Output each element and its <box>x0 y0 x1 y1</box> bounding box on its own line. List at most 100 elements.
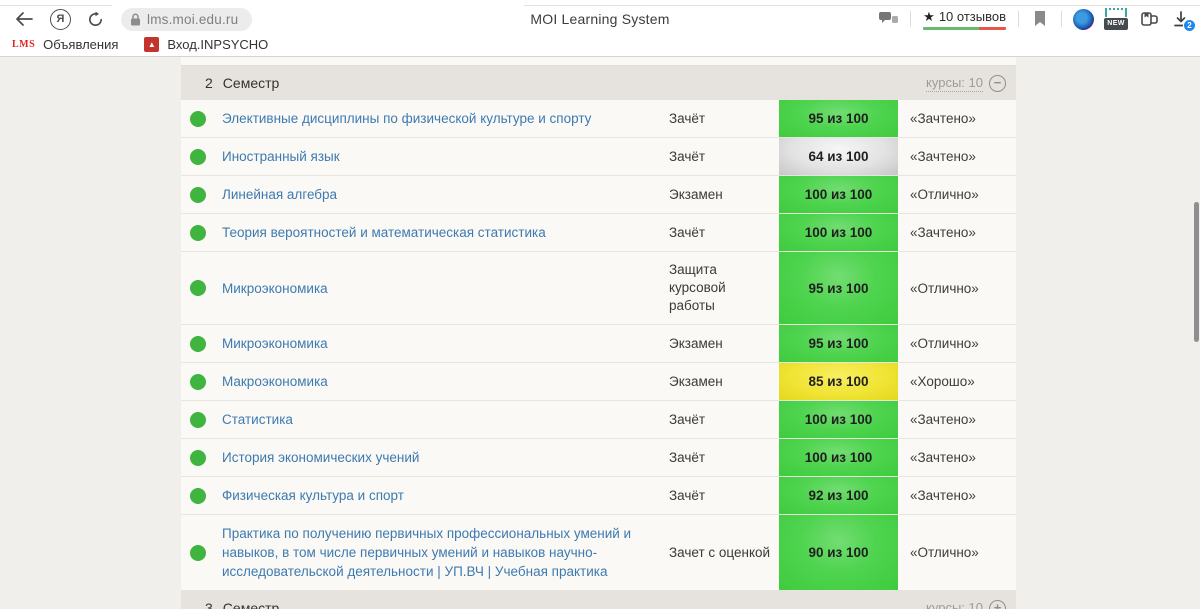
score-badge: 90 из 100 <box>779 515 898 590</box>
course-row: Физическая культура и спорт Зачёт 92 из … <box>181 477 1016 515</box>
status-dot-icon <box>190 412 206 428</box>
score-badge: 100 из 100 <box>779 439 898 476</box>
score-value: 100 из 100 <box>805 225 873 240</box>
refresh-button[interactable] <box>81 5 109 33</box>
collapse-section-icon[interactable]: − <box>989 75 1006 92</box>
course-name-link[interactable]: Статистика <box>222 401 669 438</box>
previous-row-sliver <box>181 57 1016 66</box>
semester-title: Семестр <box>223 75 280 91</box>
course-status-cell <box>181 280 222 296</box>
score-value: 92 из 100 <box>808 488 868 503</box>
bookmarks-bar: LMS Объявления ▲ Вход.INPSYCHO <box>0 33 1200 57</box>
score-badge: 85 из 100 <box>779 363 898 400</box>
course-name-link[interactable]: Линейная алгебра <box>222 176 669 213</box>
course-status-cell <box>181 374 222 390</box>
score-value: 100 из 100 <box>805 450 873 465</box>
course-row: Теория вероятностей и математическая ста… <box>181 214 1016 252</box>
score-badge: 92 из 100 <box>779 477 898 514</box>
status-dot-icon <box>190 225 206 241</box>
extension-icon[interactable] <box>1071 6 1095 32</box>
yandex-button[interactable]: Я <box>50 9 71 30</box>
bookmark-item-announcements[interactable]: LMS Объявления <box>12 37 118 52</box>
grade-label: «Отлично» <box>898 336 1016 351</box>
course-status-cell <box>181 450 222 466</box>
bookmark-icon[interactable] <box>1028 6 1052 32</box>
course-name-link[interactable]: Микроэкономика <box>222 270 669 307</box>
assessment-type: Защита курсовой работы <box>669 252 779 324</box>
status-dot-icon <box>190 187 206 203</box>
course-status-cell <box>181 545 222 561</box>
grade-label: «Зачтено» <box>898 225 1016 240</box>
course-row: Микроэкономика Экзамен 95 из 100 «Отличн… <box>181 325 1016 363</box>
course-name-link[interactable]: Макроэкономика <box>222 363 669 400</box>
status-dot-icon <box>190 488 206 504</box>
course-name-link[interactable]: Иностранный язык <box>222 138 669 175</box>
downloads-icon[interactable]: 2 <box>1170 6 1192 32</box>
status-dot-icon <box>190 450 206 466</box>
lms-page: 2 Семестр курсы: 10 − Элективные дисципл… <box>0 57 1200 609</box>
grade-label: «Хорошо» <box>898 374 1016 389</box>
course-name-link[interactable]: Теория вероятностей и математическая ста… <box>222 214 669 251</box>
site-settings-icon[interactable] <box>877 6 901 32</box>
status-dot-icon <box>190 280 206 296</box>
assessment-type: Зачёт <box>669 402 779 438</box>
score-value: 95 из 100 <box>808 336 868 351</box>
course-row: Макроэкономика Экзамен 85 из 100 «Хорошо… <box>181 363 1016 401</box>
grade-label: «Зачтено» <box>898 450 1016 465</box>
back-button[interactable] <box>10 5 38 33</box>
toolbar-right-cluster: ★ 10 отзывов NEW 2 <box>877 3 1192 35</box>
semester-number: 3 <box>205 600 213 609</box>
grade-label: «Отлично» <box>898 187 1016 202</box>
courses-count-link[interactable]: курсы: 10 <box>926 600 983 609</box>
score-badge: 95 из 100 <box>779 100 898 137</box>
course-name-link[interactable]: Элективные дисциплины по физической куль… <box>222 100 669 137</box>
collections-icon[interactable] <box>1137 6 1161 32</box>
downloads-count-badge: 2 <box>1183 19 1196 32</box>
bookmark-item-inpsycho[interactable]: ▲ Вход.INPSYCHO <box>144 37 268 52</box>
assessment-type: Экзамен <box>669 177 779 213</box>
course-name-link[interactable]: Практика по получению первичных професси… <box>222 515 669 590</box>
course-name-link[interactable]: Микроэкономика <box>222 325 669 362</box>
course-rows: Элективные дисциплины по физической куль… <box>181 100 1016 591</box>
score-badge: 95 из 100 <box>779 252 898 324</box>
toolbar-separator <box>910 11 911 27</box>
assessment-type: Зачёт <box>669 215 779 251</box>
course-name-link[interactable]: История экономических учений <box>222 439 669 476</box>
site-reviews-button[interactable]: ★ 10 отзывов <box>920 9 1009 30</box>
toolbar-separator <box>1018 11 1019 27</box>
score-value: 85 из 100 <box>808 374 868 389</box>
score-value: 95 из 100 <box>808 111 868 126</box>
course-status-cell <box>181 488 222 504</box>
course-status-cell <box>181 412 222 428</box>
page-scrollbar-thumb[interactable] <box>1194 202 1199 342</box>
course-row: Линейная алгебра Экзамен 100 из 100 «Отл… <box>181 176 1016 214</box>
score-badge: 64 из 100 <box>779 138 898 175</box>
course-row: Элективные дисциплины по физической куль… <box>181 100 1016 138</box>
score-badge: 100 из 100 <box>779 214 898 251</box>
reviews-count-label: 10 отзывов <box>939 9 1006 24</box>
course-name-link[interactable]: Физическая культура и спорт <box>222 477 669 514</box>
score-badge: 95 из 100 <box>779 325 898 362</box>
semester-number: 2 <box>205 75 213 91</box>
grade-label: «Отлично» <box>898 281 1016 296</box>
translate-new-icon[interactable]: NEW <box>1104 6 1128 32</box>
assessment-type: Экзамен <box>669 326 779 362</box>
semester-title: Семестр <box>223 600 280 609</box>
inpsycho-favicon: ▲ <box>144 37 159 52</box>
grades-table: 2 Семестр курсы: 10 − Элективные дисципл… <box>181 57 1016 609</box>
expand-section-icon[interactable]: + <box>989 600 1006 609</box>
grade-label: «Зачтено» <box>898 149 1016 164</box>
courses-count-link[interactable]: курсы: 10 <box>926 75 983 92</box>
status-dot-icon <box>190 149 206 165</box>
score-badge: 100 из 100 <box>779 176 898 213</box>
grade-label: «Отлично» <box>898 545 1016 560</box>
address-bar[interactable]: lms.moi.edu.ru <box>121 8 252 31</box>
status-dot-icon <box>190 111 206 127</box>
course-status-cell <box>181 225 222 241</box>
course-row: Практика по получению первичных професси… <box>181 515 1016 591</box>
reviews-rating-bar <box>923 27 1006 30</box>
score-value: 100 из 100 <box>805 187 873 202</box>
bookmark-label: Объявления <box>43 37 118 52</box>
course-row: Микроэкономика Защита курсовой работы 95… <box>181 252 1016 325</box>
lock-icon <box>130 13 141 26</box>
